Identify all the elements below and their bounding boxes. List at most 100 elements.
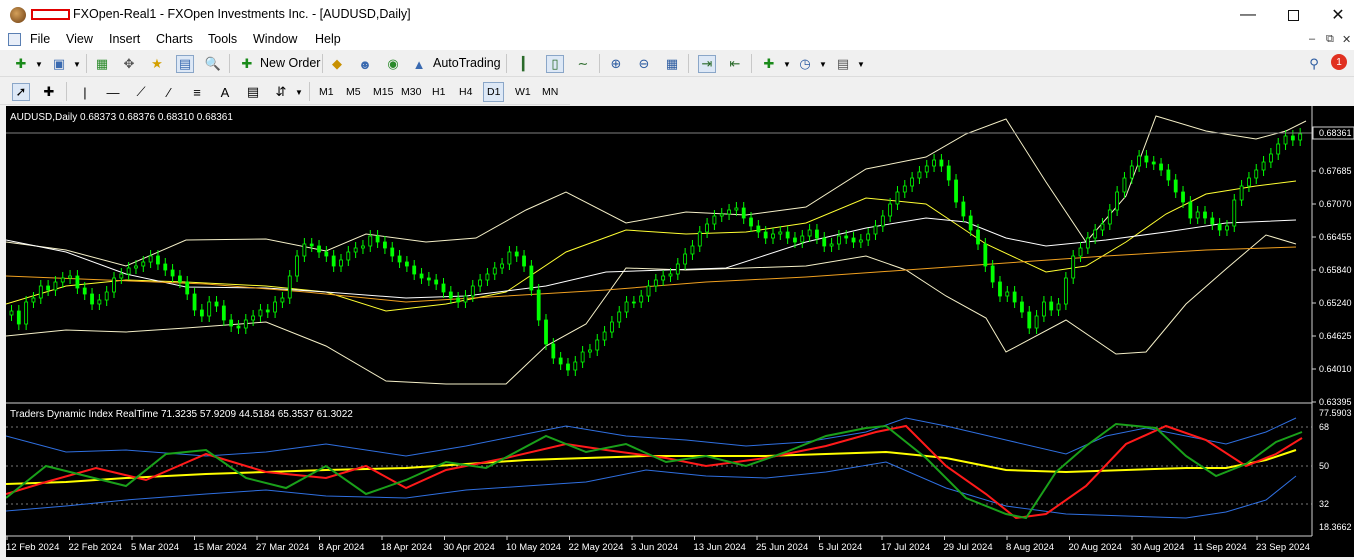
dropdown-arrow-icon[interactable]: ▼ [30,55,48,73]
close-icon: ✕ [1331,7,1345,24]
zoom-out-icon[interactable]: ⊖ [635,55,653,73]
maximize-button[interactable] [1270,0,1316,30]
timeframe-m30[interactable]: M30 [398,82,424,102]
toolbar-separator [66,82,67,101]
candle-body [734,207,739,211]
candle-body [646,285,651,297]
text-icon[interactable]: A [216,83,234,101]
data-window-icon[interactable]: ✥ [120,55,138,73]
new-order-icon[interactable]: ✚ [238,55,256,73]
dropdown-arrow-icon[interactable]: ▼ [852,55,870,73]
candle-body [690,245,695,255]
candle-body [53,281,58,291]
timeframe-m5[interactable]: M5 [343,82,364,102]
menu-tools[interactable]: Tools [208,32,237,46]
signals-icon[interactable]: ◉ [384,55,402,73]
crosshair-icon[interactable]: ✚ [40,83,58,101]
candlestick-chart-icon[interactable]: ▯ [546,55,564,73]
bar-chart-icon[interactable]: ▎ [518,55,536,73]
candle-body [1290,135,1295,141]
slow-moving-average [5,246,1297,303]
candle-body [902,185,907,193]
price-chart[interactable]: AUDUSD,Daily 0.68373 0.68376 0.68310 0.6… [5,106,1354,557]
candle-body [192,293,197,311]
equidistant-channel-icon[interactable]: ∕ [160,83,178,101]
autotrading-icon[interactable]: ▲ [410,55,428,73]
candle-body [683,253,688,265]
indicators-icon[interactable]: ✚ [760,55,778,73]
trendline-icon[interactable]: ⟋ [132,83,150,101]
timeframe-mn[interactable]: MN [539,82,561,102]
candle-body [346,251,351,261]
terminal-icon[interactable]: ▤ [176,55,194,73]
line-chart-icon[interactable]: ∼ [574,55,592,73]
templates-icon[interactable]: ▤ [834,55,852,73]
menu-charts[interactable]: Charts [156,32,193,46]
notifications-icon[interactable]: 1 [1331,54,1347,70]
time-label: 10 May 2024 [506,542,561,553]
timeframe-h4[interactable]: H4 [456,82,475,102]
new-order-button[interactable]: New Order [260,56,320,70]
dropdown-arrow-icon[interactable]: ▼ [68,55,86,73]
price-tick-label: 0.64625 [1319,331,1352,341]
candle-body [500,263,504,269]
metatrader-app-icon[interactable] [10,7,26,23]
candle-body [1217,223,1222,231]
metaeditor-icon[interactable]: ◆ [328,55,346,73]
auto-scroll-icon[interactable]: ⇥ [698,55,716,73]
timeframe-m1[interactable]: M1 [316,82,337,102]
mdi-close-button[interactable]: ✕ [1342,33,1351,46]
autotrading-button[interactable]: AutoTrading [433,56,501,70]
candle-body [1071,255,1076,279]
dropdown-arrow-icon[interactable]: ▼ [290,83,308,101]
toolbar-separator [309,82,310,101]
candle-body [353,247,358,253]
menu-file[interactable]: File [30,32,50,46]
chart-window-icon [8,33,21,46]
chart-window[interactable]: AUDUSD,Daily 0.68373 0.68376 0.68310 0.6… [5,106,1354,557]
candle-body [339,259,343,267]
search-icon[interactable]: ⚲ [1305,55,1323,73]
close-button[interactable]: ✕ [1315,0,1354,30]
experts-icon[interactable]: ☻ [356,55,374,73]
menu-bar: File View Insert Charts Tools Window Hel… [0,30,1354,50]
indicator-header: Traders Dynamic Index RealTime 71.3235 5… [10,409,353,420]
candle-body [1107,209,1112,225]
horizontal-line-icon[interactable]: — [104,83,122,101]
candle-body [1137,155,1141,167]
price-tick-label: 0.64010 [1319,364,1352,374]
text-label-icon[interactable]: ▤ [244,83,262,101]
timeframe-d1[interactable]: D1 [483,82,505,102]
periods-clock-icon[interactable]: ◷ [796,55,814,73]
minimize-button[interactable]: — [1225,0,1271,30]
new-chart-icon[interactable]: ✚ [12,55,30,73]
price-tick-label: 0.67685 [1319,166,1352,176]
candle-body [961,201,966,217]
mdi-restore-button[interactable]: ⧉ [1326,33,1334,46]
market-watch-icon[interactable]: ▦ [93,55,111,73]
dropdown-arrow-icon[interactable]: ▼ [778,55,796,73]
minimize-icon: — [1240,6,1256,23]
arrows-icon[interactable]: ⇵ [272,83,290,101]
mdi-minimize-button[interactable]: – [1309,33,1315,45]
timeframe-h1[interactable]: H1 [429,82,448,102]
navigator-icon[interactable]: ★ [148,55,166,73]
strategy-tester-icon[interactable]: 🔍 [204,55,222,73]
chart-shift-icon[interactable]: ⇤ [726,55,744,73]
dropdown-arrow-icon[interactable]: ▼ [814,55,832,73]
profiles-icon[interactable]: ▣ [50,55,68,73]
menu-view[interactable]: View [66,32,93,46]
menu-window[interactable]: Window [253,32,297,46]
fibonacci-icon[interactable]: ≡ [188,83,206,101]
candle-body [221,305,226,321]
vertical-line-icon[interactable]: | [76,83,94,101]
menu-help[interactable]: Help [315,32,341,46]
timeframe-m15[interactable]: M15 [370,82,396,102]
timeframe-w1[interactable]: W1 [512,82,534,102]
tile-windows-icon[interactable]: ▦ [663,55,681,73]
menu-insert[interactable]: Insert [109,32,140,46]
candle-body [595,339,600,351]
cursor-icon[interactable]: ➚ [12,83,30,101]
zoom-in-icon[interactable]: ⊕ [607,55,625,73]
candle-body [448,291,453,299]
